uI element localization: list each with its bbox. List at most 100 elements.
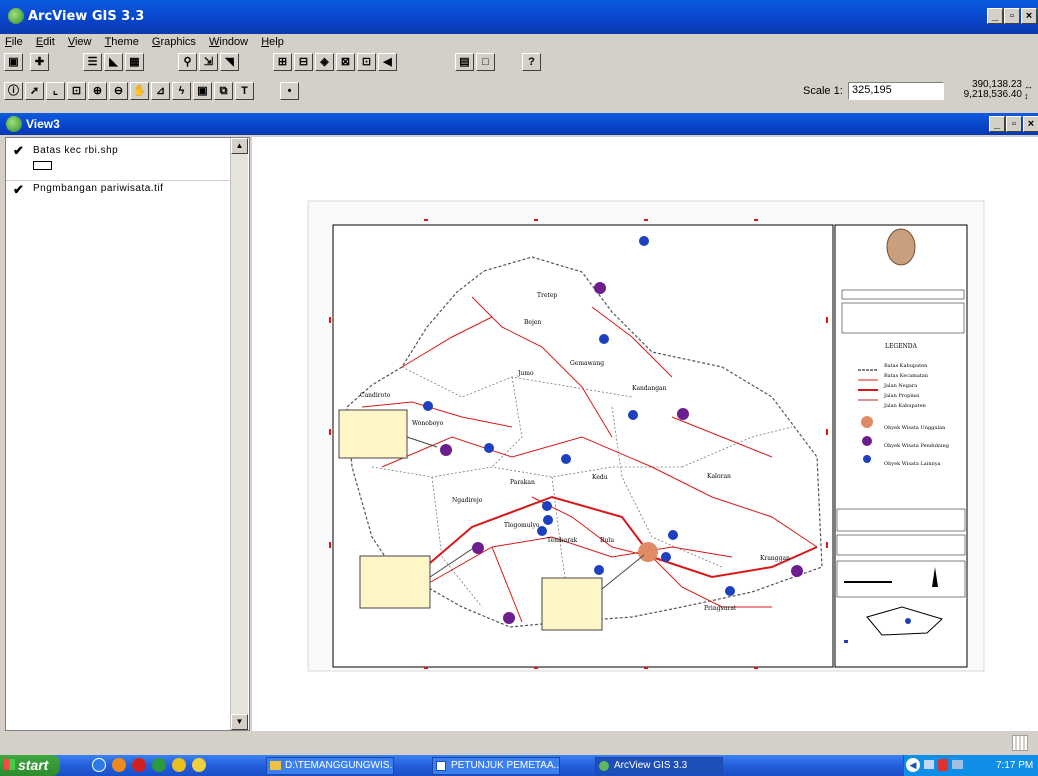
- zoom-active-themes-button[interactable]: ⊟: [294, 53, 313, 71]
- resize-grip-icon[interactable]: [1012, 735, 1028, 751]
- legend-item: Obyek Wisata Pendukung: [884, 443, 949, 449]
- zoom-previous-button[interactable]: ◀: [378, 53, 397, 71]
- start-label: start: [18, 757, 49, 773]
- toc-scrollbar[interactable]: ▲ ▼: [230, 138, 248, 730]
- start-button[interactable]: start: [0, 755, 60, 776]
- find-button[interactable]: ⚲: [178, 53, 197, 71]
- draw-point-tool[interactable]: •: [280, 82, 299, 100]
- place-label: Ngadirejo: [452, 497, 483, 504]
- legend-title: LEGENDA: [885, 343, 917, 350]
- place-label: Tembarak: [547, 537, 578, 544]
- menu-file[interactable]: File: [0, 34, 28, 50]
- measure-tool[interactable]: ⊿: [151, 82, 170, 100]
- map-display[interactable]: LEGENDA Batas Kabupaten Batas Kecamatan …: [252, 137, 1038, 731]
- theme-label: Pngmbangan pariwisata.tif: [33, 183, 164, 194]
- pointer-tool[interactable]: ➚: [25, 82, 44, 100]
- view-restore-button[interactable]: ▫: [1006, 116, 1022, 132]
- open-table-button[interactable]: ▦: [125, 53, 144, 71]
- area-of-interest-tool[interactable]: ▣: [193, 82, 212, 100]
- zoom-in-button[interactable]: ⊠: [336, 53, 355, 71]
- menu-window[interactable]: Window: [204, 34, 253, 50]
- hotlink-tool[interactable]: ϟ: [172, 82, 191, 100]
- place-label: Kedu: [592, 474, 608, 481]
- save-project-button[interactable]: ▣: [4, 53, 23, 71]
- task-word[interactable]: PETUNJUK PEMETAA...: [432, 757, 560, 775]
- security-icon[interactable]: [938, 759, 948, 771]
- place-label: Kranggan: [760, 555, 790, 562]
- place-label: Wonoboyo: [412, 420, 444, 427]
- messenger-icon[interactable]: [192, 758, 206, 772]
- zoom-full-extent-button[interactable]: ⊞: [273, 53, 292, 71]
- firefox-icon[interactable]: [112, 758, 126, 772]
- scroll-up-button[interactable]: ▲: [231, 138, 248, 154]
- view-title: View3: [26, 117, 60, 131]
- legend-item: Jalan Kabupaten: [884, 403, 926, 409]
- theme-row[interactable]: ✔ Pngmbangan pariwisata.tif: [6, 180, 230, 200]
- theme-label: Batas kec rbi.shp: [33, 145, 119, 156]
- word-icon: [436, 761, 446, 771]
- task-arcview[interactable]: ArcView GIS 3.3: [595, 757, 723, 775]
- add-theme-button[interactable]: ✚: [30, 53, 49, 71]
- view-title-bar: View3 _ ▫ ×: [0, 113, 1038, 135]
- scale-input[interactable]: 325,195: [848, 82, 944, 100]
- checkmark-icon[interactable]: ✔: [13, 182, 24, 198]
- checkmark-icon[interactable]: ✔: [13, 143, 24, 159]
- scroll-down-button[interactable]: ▼: [231, 714, 248, 730]
- legend-item: Obyek Wisata Lainnya: [884, 461, 941, 467]
- media-player-icon[interactable]: [152, 758, 166, 772]
- view-close-button[interactable]: ×: [1023, 116, 1038, 132]
- pan-tool[interactable]: ✋: [130, 82, 149, 100]
- app-icon[interactable]: [172, 758, 186, 772]
- tool-bar: ⓘ ➚ ⌞ ⊡ ⊕ ⊖ ✋ ⊿ ϟ ▣ ⧉ T • Scale 1: 325,1…: [0, 80, 1038, 103]
- view-globe-icon: [6, 116, 22, 132]
- ie-icon[interactable]: [92, 758, 106, 772]
- view-minimize-button[interactable]: _: [989, 116, 1005, 132]
- app-title-bar: ArcView GIS 3.3 _ ▫ ×: [0, 0, 1038, 34]
- task-explorer[interactable]: D:\TEMANGGUNGWIS...: [266, 757, 394, 775]
- place-label: Jumo: [518, 370, 534, 377]
- menu-graphics[interactable]: Graphics: [147, 34, 201, 50]
- menu-view[interactable]: View: [63, 34, 97, 50]
- place-label: Kandangan: [632, 385, 667, 392]
- locate-button[interactable]: ⇲: [199, 53, 218, 71]
- legend-list: Batas Kabupaten Batas Kecamatan Jalan Ne…: [884, 361, 949, 469]
- edit-legend-button[interactable]: ◣: [104, 53, 123, 71]
- theme-properties-button[interactable]: ☰: [83, 53, 102, 71]
- zoom-out-tool[interactable]: ⊖: [109, 82, 128, 100]
- zoom-out-button[interactable]: ⊡: [357, 53, 376, 71]
- opera-icon[interactable]: [132, 758, 146, 772]
- zoom-selected-button[interactable]: ◈: [315, 53, 334, 71]
- place-label: Tlogomulyo: [504, 522, 540, 529]
- query-builder-button[interactable]: ◥: [220, 53, 239, 71]
- network-icon[interactable]: [924, 760, 934, 769]
- place-label: Gemawang: [570, 360, 605, 367]
- back-arrow-icon[interactable]: ◀: [906, 758, 920, 772]
- close-button[interactable]: ×: [1021, 8, 1037, 24]
- label-tool[interactable]: ⧉: [214, 82, 233, 100]
- select-feature-tool[interactable]: ⊡: [67, 82, 86, 100]
- menu-edit[interactable]: Edit: [31, 34, 60, 50]
- legend-item: Obyek Wisata Unggulan: [884, 425, 946, 431]
- place-label: Bejen: [524, 319, 542, 326]
- vertex-edit-tool[interactable]: ⌞: [46, 82, 65, 100]
- theme-row[interactable]: ✔ Batas kec rbi.shp: [6, 141, 230, 177]
- menu-help[interactable]: Help: [256, 34, 289, 50]
- button-bar: ▣ ✚ ☰ ◣ ▦ ⚲ ⇲ ◥ ⊞ ⊟ ◈ ⊠ ⊡ ◀ ▤ □ ?: [0, 51, 1038, 74]
- zoom-in-tool[interactable]: ⊕: [88, 82, 107, 100]
- menu-theme[interactable]: Theme: [100, 34, 144, 50]
- text-tool[interactable]: T: [235, 82, 254, 100]
- scale-label: Scale 1:: [803, 85, 843, 97]
- folder-icon: [270, 761, 281, 770]
- select-features-button[interactable]: ▤: [455, 53, 474, 71]
- restore-button[interactable]: ▫: [1004, 8, 1020, 24]
- monitor-icon[interactable]: [952, 760, 963, 769]
- legend-item: Jalan Propinsi: [884, 393, 920, 399]
- legend-item: Batas Kecamatan: [884, 373, 929, 379]
- minimize-button[interactable]: _: [987, 8, 1003, 24]
- taskbar: start D:\TEMANGGUNGWIS... PETUNJUK PEMET…: [0, 755, 1038, 776]
- help-button[interactable]: ?: [522, 53, 541, 71]
- clear-selection-button[interactable]: □: [476, 53, 495, 71]
- status-bar: [0, 731, 1038, 755]
- identify-tool[interactable]: ⓘ: [4, 82, 23, 100]
- app-title: ArcView GIS 3.3: [28, 9, 145, 24]
